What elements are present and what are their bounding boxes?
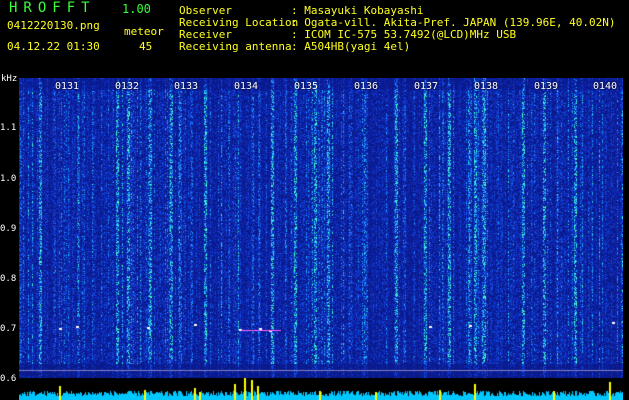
receiver-key: Receiver	[179, 28, 232, 41]
time-tick-0136: 0136	[354, 81, 379, 92]
time-tick-0135: 0135	[294, 81, 319, 92]
time-tick-0137: 0137	[414, 81, 439, 92]
time-tick-0140: 0140	[593, 81, 618, 92]
observer-value: : Masayuki Kobayashi	[291, 4, 424, 17]
antenna-value: : A504HB(yagi 4el)	[291, 40, 411, 53]
antenna-key: Receiving antenna	[179, 40, 292, 53]
meteor-label: meteor	[124, 25, 164, 38]
time-tick-0134: 0134	[234, 81, 259, 92]
frequency-unit: kHz	[1, 74, 18, 84]
header-panel: HROFFT 1.00 0412220130.png meteor 04.12.…	[0, 0, 629, 78]
meteor-count: 45	[139, 40, 153, 53]
date-time: 04.12.22 01:30	[7, 40, 100, 53]
time-tick-0139: 0139	[534, 81, 559, 92]
freq-tick-0-8: 0.8	[0, 274, 17, 284]
observer-key: Observer	[179, 4, 232, 17]
freq-tick-1-0: 1.0	[0, 174, 17, 184]
freq-tick-1-1: 1.1	[0, 123, 17, 133]
time-tick-0133: 0133	[174, 81, 199, 92]
receiver-value: : ICOM IC-575 53.7492(@LCD)MHz USB	[291, 28, 517, 41]
location-key: Receiving Location	[179, 16, 299, 29]
file-name: 0412220130.png	[7, 19, 100, 32]
spectrogram-canvas	[19, 78, 623, 400]
app-version: 1.00	[122, 2, 151, 16]
time-tick-0131: 0131	[55, 81, 80, 92]
right-border	[623, 78, 629, 400]
freq-tick-0-7: 0.7	[0, 324, 17, 334]
time-tick-0138: 0138	[474, 81, 499, 92]
app-logo: HROFFT	[9, 0, 96, 16]
freq-tick-0-9: 0.9	[0, 224, 17, 234]
freq-tick-0-6: 0.6	[0, 374, 17, 384]
time-tick-0132: 0132	[115, 81, 140, 92]
location-value: : Ogata-vill. Akita-Pref. JAPAN (139.96E…	[291, 16, 616, 29]
